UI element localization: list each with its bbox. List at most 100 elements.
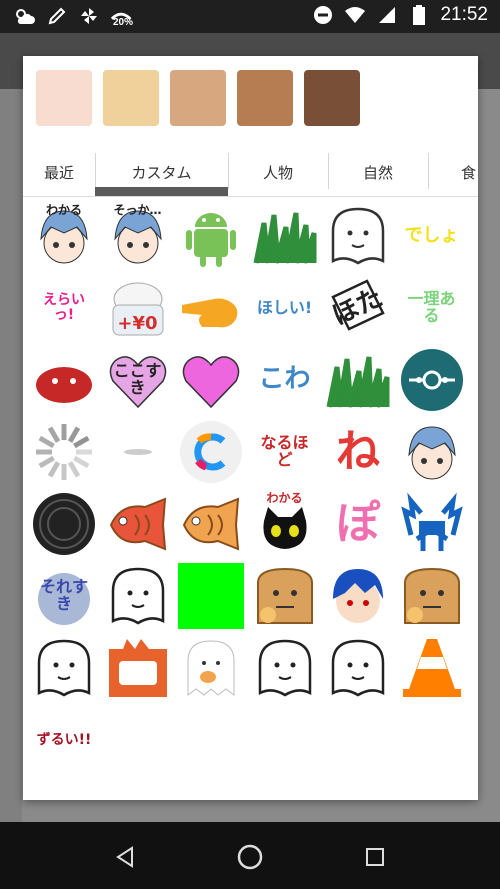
sticker-rice-yen-text: +¥0 — [117, 313, 158, 335]
sticker-green-square-image — [178, 563, 244, 629]
tab-food[interactable]: 食 — [428, 147, 478, 197]
selected-tab-indicator — [95, 187, 228, 196]
back-button[interactable] — [108, 840, 142, 874]
home-button[interactable] — [233, 840, 267, 874]
sticker-grass-2-image — [326, 356, 390, 408]
sticker-naruhodo[interactable]: なるほど — [251, 418, 319, 486]
sticker-erai-text: えらいっ! — [43, 292, 85, 323]
sticker-ne-text: ね — [336, 425, 380, 477]
sticker-red-android[interactable] — [30, 346, 98, 414]
sticker-kore-suki[interactable]: これすき — [177, 346, 245, 414]
sticker-traffic-cone-image — [402, 639, 461, 697]
sticker-ghost-eating-image — [187, 640, 235, 696]
sticker-zurui-text: ずるい!! — [36, 731, 92, 748]
tab-food-label: 食 — [461, 163, 477, 182]
sticker-desho-text: でしょ — [404, 224, 459, 246]
sticker-zurui[interactable]: ずるい!! — [30, 706, 98, 774]
navigation-bar — [0, 822, 500, 889]
sticker-bread-thinking-2-image — [403, 567, 460, 624]
sticker-android[interactable] — [177, 202, 245, 270]
signal-icon — [376, 4, 398, 26]
sticker-rice-yen[interactable]: +¥0 — [104, 274, 172, 342]
sticker-paper-face[interactable] — [251, 634, 319, 702]
tab-nature-label: 自然 — [362, 163, 393, 182]
sticker-desho[interactable]: でしょ — [398, 202, 466, 270]
category-tabs: 最近 カスタム 人物 自然 食 — [23, 147, 478, 197]
sticker-traffic-cone[interactable] — [398, 634, 466, 702]
sticker-ichiri-aru-text: 一理ある — [407, 289, 456, 325]
sticker-blue-crab-image — [400, 492, 463, 551]
pinwheel-icon — [78, 5, 100, 27]
sticker-faint-spinner[interactable] — [104, 418, 172, 486]
sticker-teal-circle[interactable] — [398, 346, 466, 414]
sticker-bread-thinking-2[interactable] — [398, 562, 466, 630]
sticker-blue-crab[interactable] — [398, 490, 466, 558]
skin-tone-swatch[interactable] — [36, 70, 92, 126]
sticker-loading-spinner-image — [36, 424, 92, 480]
sticker-orange-frame[interactable] — [104, 634, 172, 702]
sticker-smiley-blob[interactable] — [324, 634, 392, 702]
sticker-sore-suki-text: それすき — [39, 577, 88, 613]
sticker-taiyaki[interactable] — [177, 490, 245, 558]
sticker-hota-sign[interactable]: ほた — [324, 274, 392, 342]
sticker-ichiri-aru[interactable]: 一理ある — [398, 274, 466, 342]
sticker-green-square[interactable] — [177, 562, 245, 630]
recents-icon — [366, 848, 384, 866]
sticker-wakaru-girl[interactable]: わかる — [30, 202, 98, 270]
sticker-pirate-girl-text: そっか… — [113, 203, 162, 217]
sticker-loading-spinner[interactable] — [30, 418, 98, 486]
sticker-blue-hair-thinking[interactable] — [324, 562, 392, 630]
status-bar: 20% 21:52 — [0, 0, 500, 33]
sticker-kowa[interactable]: こわ — [251, 346, 319, 414]
wifi-icon — [344, 4, 366, 26]
sticker-sore-suki[interactable]: それすき — [30, 562, 98, 630]
sticker-paper-face-image — [258, 639, 311, 697]
sticker-oreo-image — [33, 493, 95, 555]
tab-people[interactable]: 人物 — [228, 147, 328, 197]
sticker-ghost[interactable] — [104, 562, 172, 630]
sticker-taiyaki-image — [182, 497, 240, 551]
tab-people-label: 人物 — [262, 163, 293, 182]
sticker-c-logo-image — [180, 421, 242, 483]
sticker-blob-face[interactable] — [30, 634, 98, 702]
sticker-pointing-hand[interactable] — [177, 274, 245, 342]
skin-tone-swatch[interactable] — [170, 70, 226, 126]
sticker-oreo[interactable] — [30, 490, 98, 558]
skin-tone-swatch[interactable] — [304, 70, 360, 126]
sticker-bread-thinking-image — [256, 567, 313, 624]
sticker-moai-face[interactable] — [324, 202, 392, 270]
skin-tone-swatch[interactable] — [237, 70, 293, 126]
sticker-po[interactable]: ぽ — [324, 490, 392, 558]
sticker-koko-suki-text: ここすき — [113, 361, 162, 397]
sticker-wakaru-cat[interactable]: わかる — [251, 490, 319, 558]
sticker-taiyaki-red[interactable] — [104, 490, 172, 558]
sticker-ne[interactable]: ね — [324, 418, 392, 486]
tab-nature[interactable]: 自然 — [328, 147, 428, 197]
sticker-bread-thinking[interactable] — [251, 562, 319, 630]
tab-recent[interactable]: 最近 — [23, 147, 95, 197]
sticker-pirate-girl[interactable]: そっか… — [104, 202, 172, 270]
weather-icon — [14, 5, 36, 27]
skin-tone-swatch[interactable] — [103, 70, 159, 126]
sticker-grass-2[interactable] — [324, 346, 392, 414]
sticker-ghost-eating[interactable] — [177, 634, 245, 702]
recents-button[interactable] — [358, 840, 392, 874]
sticker-red-android-image — [36, 367, 92, 403]
sticker-grass[interactable] — [251, 202, 319, 270]
sticker-smiley-blob-image — [331, 639, 385, 697]
home-icon — [237, 844, 263, 870]
clock: 21:52 — [440, 4, 488, 25]
sticker-erai[interactable]: えらいっ! — [30, 274, 98, 342]
sticker-faint-spinner-image — [123, 449, 152, 455]
sticker-pointing-hand-image — [182, 298, 238, 328]
sticker-blob-face-image — [37, 639, 91, 697]
sticker-hoshii[interactable]: ほしい! — [251, 274, 319, 342]
back-icon — [116, 846, 133, 868]
sticker-koko-suki[interactable]: ここすき — [104, 346, 172, 414]
sticker-grass-image — [253, 212, 316, 264]
sticker-crying-girl[interactable] — [398, 418, 466, 486]
sticker-kore-suki-text: これすき — [186, 361, 235, 397]
sticker-wakaru-girl-text: わかる — [45, 203, 82, 217]
sticker-po-text: ぽ — [336, 497, 380, 549]
sticker-c-logo[interactable] — [177, 418, 245, 486]
